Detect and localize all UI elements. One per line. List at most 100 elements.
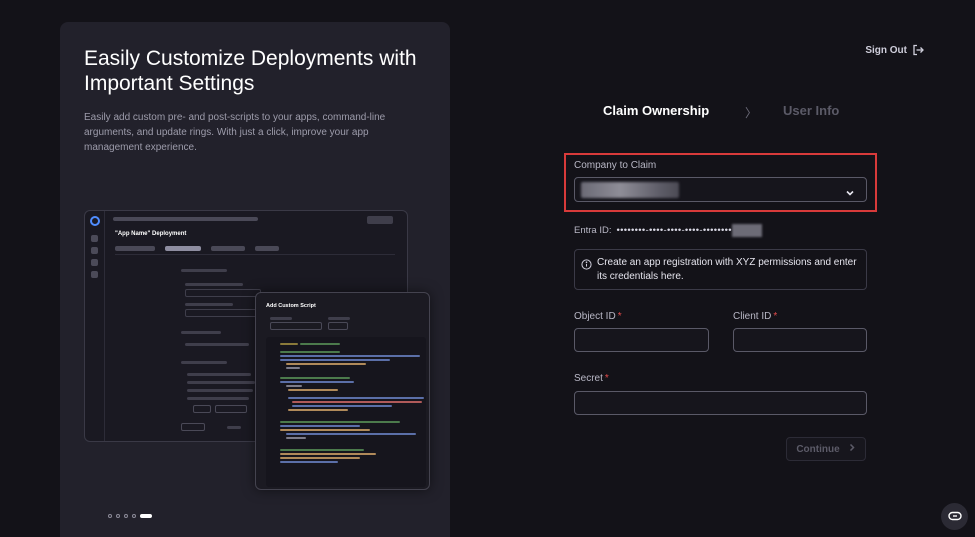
carousel-dot[interactable] xyxy=(124,514,128,518)
continue-label: Continue xyxy=(796,443,840,455)
mock-dialog-title: Add Custom Script xyxy=(266,303,316,309)
mock-code-line xyxy=(280,449,364,451)
mock-code-line xyxy=(286,367,300,369)
mock-code-line xyxy=(286,385,302,387)
mock-code-line xyxy=(288,389,338,391)
mock-text-line xyxy=(187,397,249,400)
mock-text-line xyxy=(185,303,233,306)
mock-code-editor xyxy=(266,337,426,487)
step-separator: 〉 xyxy=(745,106,758,120)
secret-label: Secret * xyxy=(574,373,609,384)
mock-code-line xyxy=(280,453,376,455)
mock-code-line xyxy=(280,377,350,379)
required-mark: * xyxy=(604,373,609,384)
carousel-dot[interactable] xyxy=(132,514,136,518)
company-select[interactable] xyxy=(574,177,867,202)
object-id-label-text: Object ID xyxy=(574,311,616,322)
mock-code-line xyxy=(292,401,422,403)
mock-text-line xyxy=(185,343,249,346)
mock-notice-bar xyxy=(113,217,258,221)
mock-text-line xyxy=(181,331,221,334)
mock-nav-icon xyxy=(91,235,98,242)
entra-id-label: Entra ID: xyxy=(574,225,612,236)
mock-input xyxy=(185,289,261,297)
promo-title: Easily Customize Deployments with Import… xyxy=(84,47,417,95)
mock-input xyxy=(185,309,261,317)
mock-code-line xyxy=(280,457,360,459)
step-user-info[interactable]: User Info xyxy=(783,103,839,118)
required-mark: * xyxy=(773,311,778,322)
mock-code-line xyxy=(280,429,370,431)
entra-id-value: ••••••••-••••-••••-••••-•••••••• xyxy=(616,225,732,236)
mock-code-line xyxy=(280,351,340,353)
entra-id-row: Entra ID: ••••••••-••••-••••-••••-••••••… xyxy=(574,224,762,237)
mock-code-line xyxy=(280,355,420,357)
mock-button xyxy=(193,405,211,413)
mock-code-line xyxy=(288,409,348,411)
continue-button[interactable]: Continue xyxy=(786,437,866,461)
company-label: Company to Claim xyxy=(574,160,657,171)
entra-id-redacted xyxy=(731,224,762,237)
mock-text-line xyxy=(187,381,255,384)
mock-step xyxy=(165,246,201,251)
mock-steps xyxy=(115,246,395,255)
mock-sidebar xyxy=(85,211,105,441)
mock-nav-icon xyxy=(91,271,98,278)
mock-code-line xyxy=(280,425,360,427)
chat-support-button[interactable] xyxy=(941,503,968,530)
mock-text-line xyxy=(187,389,253,392)
mock-nav-icon xyxy=(91,247,98,254)
carousel-indicator xyxy=(108,514,152,518)
mock-code-line xyxy=(280,421,400,423)
promo-panel: Easily Customize Deployments with Import… xyxy=(60,22,450,537)
required-mark: * xyxy=(617,311,622,322)
mock-title: "App Name" Deployment xyxy=(115,231,187,237)
wizard-steps: Claim Ownership 〉 User Info xyxy=(603,103,863,123)
client-id-label: Client ID * xyxy=(733,311,777,322)
sign-out-label: Sign Out xyxy=(865,44,907,56)
sign-out-button[interactable]: Sign Out xyxy=(865,44,924,56)
mock-step xyxy=(255,246,279,251)
step-claim-ownership[interactable]: Claim Ownership xyxy=(603,103,709,118)
company-field-highlight: Company to Claim xyxy=(564,153,877,212)
info-callout: Create an app registration with XYZ perm… xyxy=(574,249,867,290)
mock-input xyxy=(270,322,322,330)
mock-code-line xyxy=(292,405,392,407)
secret-input[interactable] xyxy=(574,391,867,415)
chevron-down-icon xyxy=(845,185,855,203)
mock-text-line xyxy=(270,317,292,320)
chat-support-icon xyxy=(947,508,962,526)
mock-code-line xyxy=(288,397,424,399)
mock-code-line xyxy=(280,381,354,383)
sign-out-icon xyxy=(912,44,924,56)
carousel-dot[interactable] xyxy=(116,514,120,518)
promo-description: Easily add custom pre- and post-scripts … xyxy=(84,112,386,153)
mock-button xyxy=(181,423,205,431)
mock-code-line xyxy=(280,461,338,463)
info-icon xyxy=(581,257,592,275)
object-id-label: Object ID * xyxy=(574,311,622,322)
chevron-right-icon xyxy=(848,443,856,455)
mock-text-line xyxy=(181,269,227,272)
mock-code-line xyxy=(286,363,366,365)
info-text: Create an app registration with XYZ perm… xyxy=(597,257,857,282)
mock-code-line xyxy=(280,343,298,345)
mock-step xyxy=(115,246,155,251)
client-id-input[interactable] xyxy=(733,328,867,352)
mock-text-line xyxy=(187,373,251,376)
mock-step xyxy=(211,246,245,251)
mock-logo-icon xyxy=(90,216,100,226)
mock-text-line xyxy=(181,361,227,364)
mock-text-line xyxy=(185,283,243,286)
mock-nav-icon xyxy=(91,259,98,266)
carousel-dot[interactable] xyxy=(108,514,112,518)
mock-code-line xyxy=(300,343,340,345)
promo-dialog-screenshot: Add Custom Script xyxy=(255,292,430,490)
object-id-input[interactable] xyxy=(574,328,709,352)
mock-code-line xyxy=(280,359,390,361)
carousel-dot-active[interactable] xyxy=(140,514,152,518)
mock-text-line xyxy=(328,317,350,320)
mock-text-line xyxy=(227,426,241,429)
mock-user-badge xyxy=(367,216,393,224)
mock-button xyxy=(215,405,247,413)
